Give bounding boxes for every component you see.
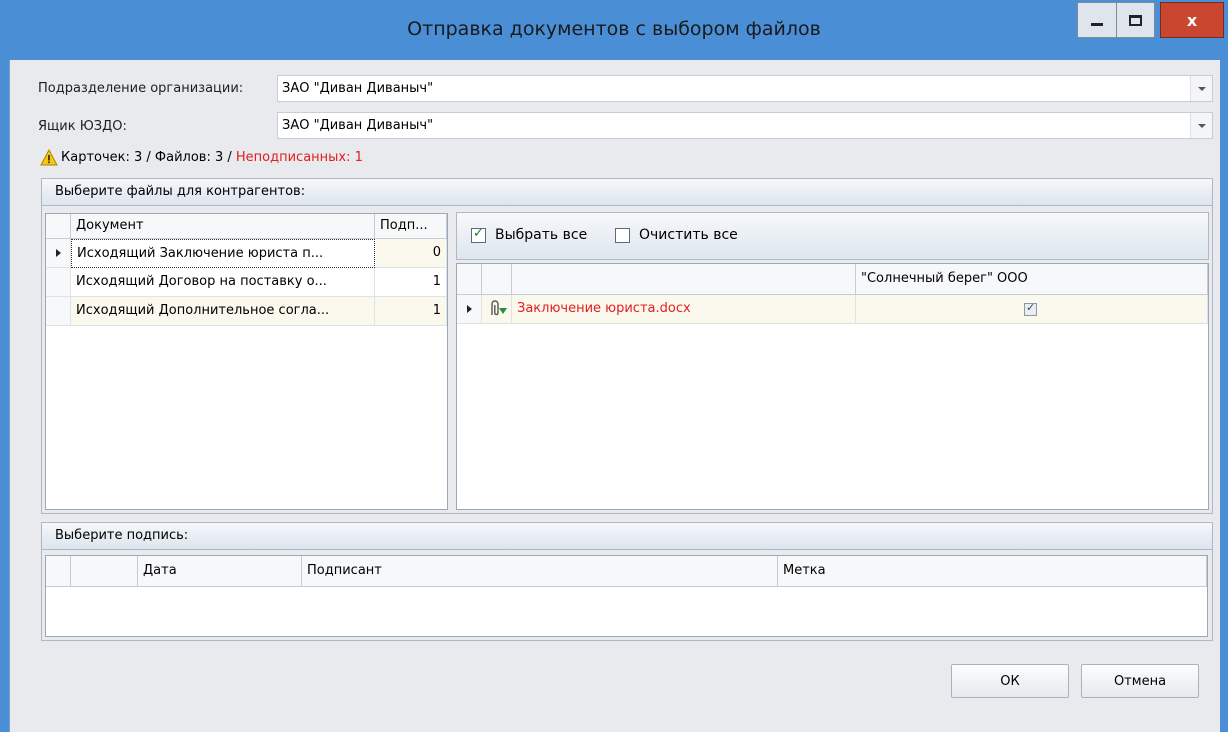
signature-group-title: Выберите подпись: xyxy=(55,528,189,543)
minimize-button[interactable] xyxy=(1077,2,1116,38)
org-division-value: ЗАО "Диван Диваныч" xyxy=(282,81,434,96)
file-grid-corner xyxy=(457,264,482,295)
signature-grid-corner xyxy=(46,556,71,587)
dialog-client-area: Подразделение организации: ЗАО "Диван Ди… xyxy=(9,60,1220,732)
file-grid[interactable]: "Солнечный берег" ООО Заключение юриста.… xyxy=(456,263,1209,510)
org-division-dropdown-button[interactable] xyxy=(1190,76,1212,101)
org-division-combo[interactable]: ЗАО "Диван Диваныч" xyxy=(277,75,1213,102)
files-group-title: Выберите файлы для контрагентов: xyxy=(55,184,306,199)
table-row-counterparty[interactable] xyxy=(856,295,1208,324)
signature-grid-check-column xyxy=(71,556,138,587)
dialog-window: Отправка документов с выбором файлов x П… xyxy=(0,0,1228,732)
document-grid[interactable]: Документ Подп... Исходящий Заключение юр… xyxy=(45,213,448,510)
column-header-icon xyxy=(482,264,512,295)
status-counts-text: Карточек: 3 / Файлов: 3 / xyxy=(61,150,236,165)
row-indicator[interactable] xyxy=(46,239,71,268)
column-header-document[interactable]: Документ xyxy=(71,214,375,239)
maximize-icon xyxy=(1129,14,1142,26)
column-header-counterparty-label: "Солнечный берег" ООО xyxy=(861,271,1028,286)
document-cell: Исходящий Дополнительное согла... xyxy=(76,303,330,318)
column-header-signed-label: Подп... xyxy=(380,218,428,233)
paperclip-icon xyxy=(491,300,507,316)
chevron-down-icon xyxy=(1197,123,1206,128)
table-row-document[interactable]: Исходящий Договор на поставку о... xyxy=(71,268,375,297)
signature-group: Выберите подпись: Дата Подписант Метка xyxy=(41,522,1213,641)
org-division-label: Подразделение организации: xyxy=(38,81,244,96)
select-all-checkbox[interactable] xyxy=(471,226,486,243)
table-row-file[interactable]: Заключение юриста.docx xyxy=(512,295,856,324)
row-pointer-icon xyxy=(466,305,472,313)
signature-group-header: Выберите подпись: xyxy=(42,523,1212,550)
row-indicator[interactable] xyxy=(457,295,482,324)
files-group: Выберите файлы для контрагентов: Докумен… xyxy=(41,178,1213,514)
row-indicator[interactable] xyxy=(46,268,71,297)
title-bar[interactable]: Отправка документов с выбором файлов x xyxy=(0,0,1228,60)
maximize-button[interactable] xyxy=(1116,2,1155,38)
column-header-date[interactable]: Дата xyxy=(138,556,302,587)
minimize-icon xyxy=(1091,22,1103,26)
signature-grid[interactable]: Дата Подписант Метка xyxy=(45,555,1208,637)
row-indicator[interactable] xyxy=(46,297,71,326)
counterparty-checkbox[interactable] xyxy=(1024,301,1037,316)
file-icon-cell xyxy=(482,295,512,324)
cancel-button[interactable]: Отмена xyxy=(1081,664,1199,698)
column-header-signer[interactable]: Подписант xyxy=(302,556,778,587)
warning-icon xyxy=(40,149,58,166)
column-header-mark[interactable]: Метка xyxy=(778,556,1207,587)
close-button[interactable]: x xyxy=(1160,2,1224,38)
select-all-label[interactable]: Выбрать все xyxy=(495,227,587,243)
column-header-file[interactable] xyxy=(512,264,856,295)
clear-all-checkbox[interactable] xyxy=(615,228,630,243)
table-row-document[interactable]: Исходящий Заключение юриста п... xyxy=(71,239,375,268)
unsigned-count: Неподписанных: 1 xyxy=(235,150,363,165)
edo-box-label: Ящик ЮЗДО: xyxy=(38,119,127,134)
signed-cell: 1 xyxy=(432,303,441,318)
close-icon: x xyxy=(1186,10,1198,30)
signed-cell: 1 xyxy=(432,274,441,289)
column-header-counterparty[interactable]: "Солнечный берег" ООО xyxy=(856,264,1208,295)
table-row-signed[interactable]: 1 xyxy=(375,268,447,297)
edo-box-dropdown-button[interactable] xyxy=(1190,113,1212,138)
column-header-signer-label: Подписант xyxy=(307,563,382,578)
chevron-down-icon xyxy=(1197,86,1206,91)
edo-box-combo[interactable]: ЗАО "Диван Диваныч" xyxy=(277,112,1213,139)
table-row-signed[interactable]: 0 xyxy=(375,239,447,268)
clear-all-label[interactable]: Очистить все xyxy=(639,227,738,243)
signed-cell: 0 xyxy=(432,245,441,260)
column-header-mark-label: Метка xyxy=(783,563,826,578)
files-group-header: Выберите файлы для контрагентов: xyxy=(42,179,1212,206)
document-grid-corner xyxy=(46,214,71,239)
column-header-date-label: Дата xyxy=(143,563,177,578)
ok-button[interactable]: ОК xyxy=(951,664,1069,698)
selection-toolbar: Выбрать все Очистить все xyxy=(456,212,1209,260)
table-row-signed[interactable]: 1 xyxy=(375,297,447,326)
status-counts: Карточек: 3 / Файлов: 3 / Неподписанных:… xyxy=(61,150,363,165)
window-title: Отправка документов с выбором файлов xyxy=(407,18,821,40)
column-header-signed[interactable]: Подп... xyxy=(375,214,447,239)
row-pointer-icon xyxy=(55,249,61,257)
document-cell: Исходящий Заключение юриста п... xyxy=(77,246,324,261)
table-row-document[interactable]: Исходящий Дополнительное согла... xyxy=(71,297,375,326)
column-header-document-label: Документ xyxy=(76,218,144,233)
document-cell: Исходящий Договор на поставку о... xyxy=(76,274,327,289)
file-name-cell: Заключение юриста.docx xyxy=(517,301,691,316)
edo-box-value: ЗАО "Диван Диваныч" xyxy=(282,118,434,133)
